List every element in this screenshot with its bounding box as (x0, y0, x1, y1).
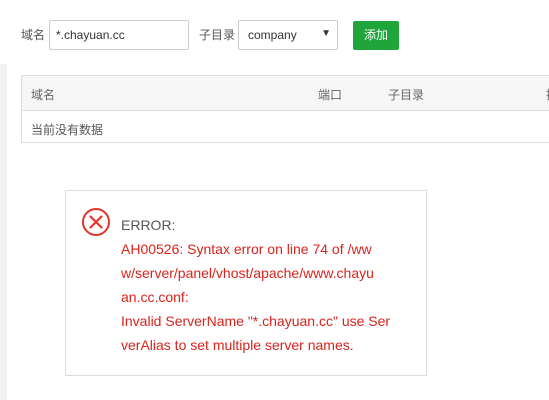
add-button[interactable]: 添加 (353, 21, 399, 50)
subdir-selected-value: company (248, 28, 297, 42)
error-x-icon (82, 208, 110, 236)
column-header-domain[interactable]: 域名 (31, 86, 55, 103)
error-line: Invalid ServerName "*.chayuan.cc" use Se… (121, 313, 391, 329)
error-title: ERROR: (121, 217, 176, 233)
error-line: an.cc.conf: (121, 289, 189, 305)
error-dialog: ERROR: AH00526: Syntax error on line 74 … (65, 190, 427, 376)
dropdown-arrow-icon: ▼ (321, 28, 331, 39)
error-line: w/server/panel/vhost/apache/www.chayu (121, 265, 374, 281)
error-line: verAlias to set multiple server names. (121, 337, 354, 353)
column-header-subdir[interactable]: 子目录 (388, 86, 424, 103)
column-header-port[interactable]: 端口 (318, 86, 342, 103)
left-panel-edge (0, 64, 7, 400)
subdir-label: 子目录 (199, 28, 236, 42)
add-subdomain-form: 域名 *.chayuan.cc 子目录 company ▼ 添加 (0, 0, 549, 70)
table-header: 域名 端口 子目录 操 (22, 76, 549, 111)
domain-label: 域名 (21, 28, 46, 42)
domain-input[interactable]: *.chayuan.cc (49, 20, 189, 50)
error-message: ERROR: AH00526: Syntax error on line 74 … (121, 213, 411, 357)
error-line: AH00526: Syntax error on line 74 of /ww (121, 241, 372, 257)
subdomain-table: 域名 端口 子目录 操 当前没有数据 (21, 75, 549, 143)
subdir-select[interactable]: company ▼ (238, 20, 338, 50)
empty-table-message: 当前没有数据 (31, 123, 104, 137)
